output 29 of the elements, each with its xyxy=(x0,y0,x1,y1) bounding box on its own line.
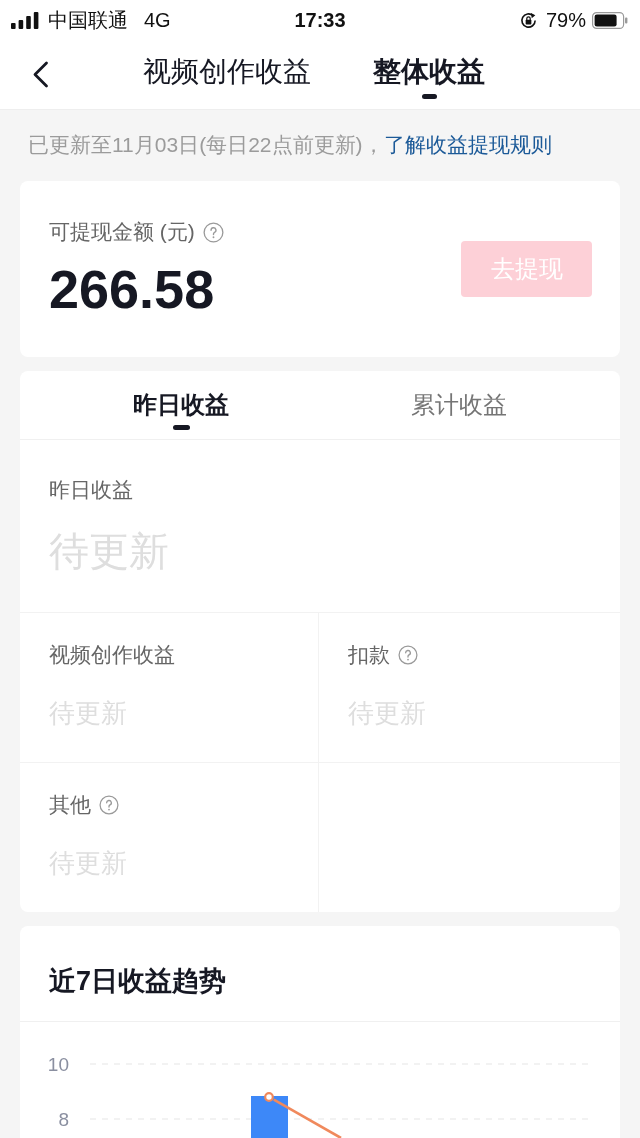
carrier-name: 中国联通 xyxy=(48,8,128,32)
clock-time: 17:33 xyxy=(294,8,346,32)
help-icon[interactable] xyxy=(202,221,224,243)
update-notice: 已更新至11月03日(每日22点前更新)，了解收益提现规则 xyxy=(27,132,553,158)
trend-line xyxy=(273,1098,342,1138)
signal-icon xyxy=(11,11,39,29)
y-axis-label: 10 xyxy=(47,1053,69,1075)
orientation-lock-icon xyxy=(518,10,538,30)
y-axis-label: 8 xyxy=(58,1108,69,1130)
item-label: 扣款 xyxy=(348,642,390,668)
nav-tab[interactable]: 整体收益 xyxy=(373,40,485,99)
network-type: 4G xyxy=(144,8,171,32)
help-icon[interactable] xyxy=(398,645,418,665)
balance-label: 可提现金额 (元) xyxy=(49,219,195,245)
item-label: 视频创作收益 xyxy=(49,642,175,668)
back-icon[interactable] xyxy=(32,61,49,88)
balance-amount: 266.58 xyxy=(49,259,215,319)
help-icon[interactable] xyxy=(99,795,119,815)
earnings-tab[interactable]: 累计收益 xyxy=(359,371,559,430)
chart-bar xyxy=(251,1096,288,1138)
item-label: 其他 xyxy=(49,792,91,818)
nav-tab[interactable]: 视频创作收益 xyxy=(143,40,311,99)
battery-icon xyxy=(592,11,628,29)
data-point-icon xyxy=(264,1092,274,1102)
trend-title: 近7日收益趋势 xyxy=(49,966,227,996)
earnings-tab[interactable]: 昨日收益 xyxy=(81,371,281,430)
rules-link[interactable]: 了解收益提现规则 xyxy=(383,133,552,156)
total-label: 昨日收益 xyxy=(49,477,133,503)
battery-percent: 79% xyxy=(545,8,586,32)
